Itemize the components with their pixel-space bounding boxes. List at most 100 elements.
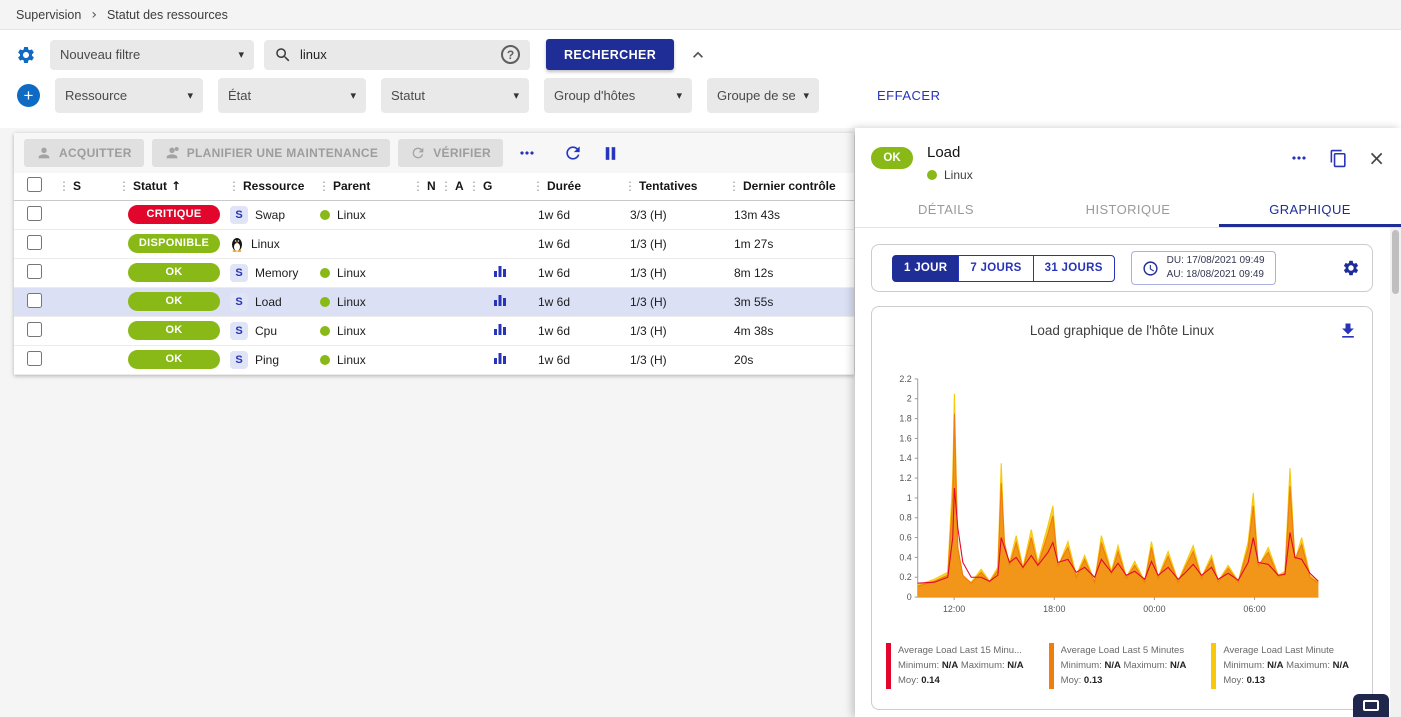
panel-title: Load: [927, 144, 973, 161]
date-range-box[interactable]: DU: 17/08/2021 09:49 AU: 18/08/2021 09:4…: [1131, 251, 1276, 285]
column-options-icon[interactable]: ⋮: [318, 179, 330, 193]
tab-historique[interactable]: HISTORIQUE: [1037, 193, 1219, 227]
more-actions-icon[interactable]: [517, 143, 537, 163]
sync-icon: [410, 145, 426, 161]
filter-criteria-select-etat[interactable]: État▾: [218, 78, 366, 113]
table-row[interactable]: OKSPingLinux1w 6d1/3 (H)20s: [14, 345, 854, 374]
collapse-filters-icon[interactable]: [688, 45, 708, 65]
table-row[interactable]: DISPONIBLELinux1w 6d1/3 (H)1m 27s: [14, 229, 854, 258]
column-header-a[interactable]: ⋮A: [440, 173, 468, 200]
add-criteria-button[interactable]: +: [17, 84, 40, 107]
clear-filters-button[interactable]: EFFACER: [877, 88, 940, 103]
filters-section: Nouveau filtre ▾ ? RECHERCHER + Ressourc…: [0, 30, 1401, 128]
column-options-icon[interactable]: ⋮: [728, 179, 740, 193]
chevron-down-icon: ▾: [803, 89, 809, 102]
resource-name: Load: [255, 295, 282, 309]
row-checkbox[interactable]: [27, 235, 42, 250]
column-options-icon[interactable]: ⋮: [532, 179, 544, 193]
picture-in-picture-icon[interactable]: [1353, 694, 1389, 717]
table-row[interactable]: OKSLoadLinux1w 6d1/3 (H)3m 55s: [14, 287, 854, 316]
column-header-duree[interactable]: ⋮Durée: [532, 173, 624, 200]
tries-cell: 1/3 (H): [624, 229, 728, 258]
chevron-down-icon: ▾: [350, 89, 356, 102]
column-header-dernier-controle[interactable]: ⋮Dernier contrôle: [728, 173, 854, 200]
copy-icon[interactable]: [1329, 149, 1348, 168]
maintenance-button[interactable]: PLANIFIER UNE MAINTENANCE: [152, 139, 391, 167]
column-header-n[interactable]: ⋮N: [412, 173, 440, 200]
search-button[interactable]: RECHERCHER: [546, 39, 674, 70]
search-icon: [274, 46, 292, 64]
parent-name: Linux: [337, 266, 366, 280]
acknowledge-button[interactable]: ACQUITTER: [24, 139, 144, 167]
scrollbar-thumb[interactable]: [1392, 230, 1399, 294]
graph-icon[interactable]: [493, 264, 507, 278]
tab-graphique[interactable]: GRAPHIQUE: [1219, 193, 1401, 227]
download-icon[interactable]: [1338, 321, 1358, 341]
close-icon[interactable]: ×: [1368, 148, 1385, 168]
graph-settings-gear-icon[interactable]: [1342, 259, 1360, 277]
help-icon[interactable]: ?: [501, 45, 520, 64]
svg-text:12:00: 12:00: [943, 604, 965, 614]
row-checkbox[interactable]: [27, 206, 42, 221]
table-row[interactable]: OKSCpuLinux1w 6d1/3 (H)4m 38s: [14, 316, 854, 345]
column-header-parent[interactable]: ⋮Parent: [318, 173, 412, 200]
column-header-severity[interactable]: ⋮S: [58, 173, 118, 200]
legend-item[interactable]: Average Load Last MinuteMinimum: N/A Max…: [1211, 643, 1358, 689]
range-button-31-jours[interactable]: 31 JOURS: [1033, 255, 1115, 282]
row-checkbox[interactable]: [27, 264, 42, 279]
row-checkbox[interactable]: [27, 351, 42, 366]
resource-name: Memory: [255, 266, 298, 280]
saved-filter-select[interactable]: Nouveau filtre ▾: [50, 40, 254, 70]
search-input[interactable]: [300, 47, 493, 62]
column-header-tentatives[interactable]: ⋮Tentatives: [624, 173, 728, 200]
chevron-down-icon: ▾: [238, 48, 244, 61]
legend-item[interactable]: Average Load Last 15 Minu...Minimum: N/A…: [886, 643, 1033, 689]
filter-criteria-select-service-groups[interactable]: Groupe de ser...▾: [707, 78, 819, 113]
breadcrumb-section[interactable]: Supervision: [16, 8, 81, 22]
sort-ascending-icon[interactable]: ↑: [171, 179, 181, 193]
column-header-statut[interactable]: ⋮Statut↑: [118, 173, 228, 200]
range-button-7-jours[interactable]: 7 JOURS: [958, 255, 1033, 282]
column-options-icon[interactable]: ⋮: [118, 179, 130, 193]
legend-series-name: Average Load Last 5 Minutes: [1061, 645, 1184, 656]
column-options-icon[interactable]: ⋮: [228, 179, 240, 193]
legend-minmax: Minimum: N/A Maximum: N/A: [1223, 660, 1349, 671]
table-row[interactable]: OKSMemoryLinux1w 6d1/3 (H)8m 12s: [14, 258, 854, 287]
svg-text:1.4: 1.4: [899, 453, 911, 463]
select-all-checkbox[interactable]: [27, 177, 42, 192]
column-header-g[interactable]: ⋮G: [468, 173, 532, 200]
column-header-ressource[interactable]: ⋮Ressource: [228, 173, 318, 200]
last-check-cell: 20s: [728, 345, 854, 374]
column-options-icon[interactable]: ⋮: [624, 179, 636, 193]
filter-criteria-select-statut[interactable]: Statut▾: [381, 78, 529, 113]
svg-text:1.6: 1.6: [899, 433, 911, 443]
duration-cell: 1w 6d: [532, 316, 624, 345]
graph-icon[interactable]: [493, 351, 507, 365]
panel-scrollbar[interactable]: [1390, 228, 1401, 717]
panel-tabs: DÉTAILSHISTORIQUEGRAPHIQUE: [855, 193, 1401, 228]
graph-icon[interactable]: [493, 322, 507, 336]
row-checkbox[interactable]: [27, 322, 42, 337]
svg-text:18:00: 18:00: [1043, 604, 1065, 614]
settings-gear-icon[interactable]: [16, 45, 36, 65]
check-button[interactable]: VÉRIFIER: [398, 139, 503, 167]
column-options-icon[interactable]: ⋮: [58, 179, 70, 193]
more-options-icon[interactable]: [1289, 148, 1309, 168]
column-options-icon[interactable]: ⋮: [468, 179, 480, 193]
filter-criteria-select-host-groups[interactable]: Group d'hôtes▾: [544, 78, 692, 113]
filter-criteria-select-resource[interactable]: Ressource▾: [55, 78, 203, 113]
range-button-1-jour[interactable]: 1 JOUR: [892, 255, 959, 282]
refresh-icon[interactable]: [563, 143, 583, 163]
parent-status-dot-icon: [320, 297, 330, 307]
column-options-icon[interactable]: ⋮: [440, 179, 452, 193]
search-box[interactable]: ?: [264, 40, 530, 70]
tab-details[interactable]: DÉTAILS: [855, 193, 1037, 227]
pause-icon[interactable]: [601, 144, 620, 163]
graph-icon[interactable]: [493, 293, 507, 307]
last-check-cell: 3m 55s: [728, 287, 854, 316]
last-check-cell: 8m 12s: [728, 258, 854, 287]
legend-item[interactable]: Average Load Last 5 MinutesMinimum: N/A …: [1049, 643, 1196, 689]
row-checkbox[interactable]: [27, 293, 42, 308]
column-options-icon[interactable]: ⋮: [412, 179, 424, 193]
table-row[interactable]: CRITIQUESSwapLinux1w 6d3/3 (H)13m 43s: [14, 200, 854, 229]
